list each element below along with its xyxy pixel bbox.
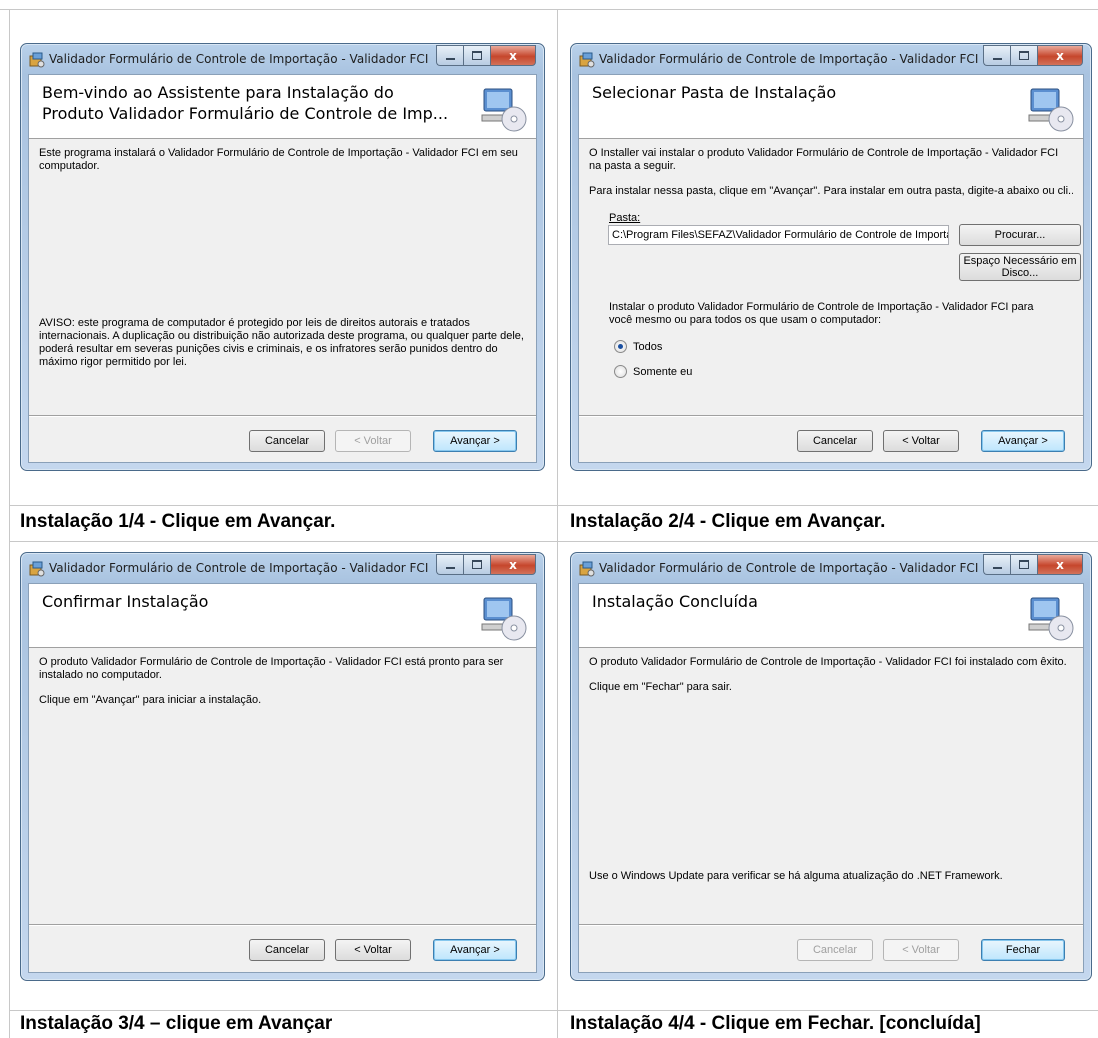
installer-window-step4: Validador Formulário de Controle de Impo… <box>570 552 1092 981</box>
back-button[interactable]: < Voltar <box>883 939 959 961</box>
instruction-text: Clique em "Fechar" para sair. <box>589 681 732 693</box>
footer-divider <box>579 924 1083 925</box>
title-bar[interactable]: Validador Formulário de Controle de Impo… <box>571 553 1091 583</box>
dialog-client: Instalação Concluída O produto Validador… <box>578 583 1084 973</box>
grid-divider-row2 <box>9 1010 1098 1011</box>
radio-all-users-label: Todos <box>633 340 663 353</box>
installer-window-step1: Validador Formulário de Controle de Impo… <box>20 43 545 471</box>
step2-caption: Instalação 2/4 - Clique em Avançar. <box>570 511 886 532</box>
cancel-button[interactable]: Cancelar <box>797 939 873 961</box>
next-button[interactable]: Avançar > <box>981 430 1065 452</box>
radio-only-me[interactable]: Somente eu <box>614 365 692 378</box>
banner-title: Bem-vindo ao Assistente para Instalação … <box>42 83 449 123</box>
back-button[interactable]: < Voltar <box>335 430 411 452</box>
banner-title: Selecionar Pasta de Instalação <box>592 83 837 102</box>
window-title: Validador Formulário de Controle de Impo… <box>599 52 979 66</box>
title-bar[interactable]: Validador Formulário de Controle de Impo… <box>571 44 1091 74</box>
computer-cd-icon <box>1028 597 1074 641</box>
maximize-button[interactable] <box>1010 45 1037 66</box>
step1-caption: Instalação 1/4 - Clique em Avançar. <box>20 511 336 532</box>
footer-divider <box>579 415 1083 416</box>
installer-app-icon <box>29 561 45 577</box>
footer-divider <box>29 415 536 416</box>
cancel-button[interactable]: Cancelar <box>249 939 325 961</box>
browse-button[interactable]: Procurar... <box>959 224 1081 246</box>
minimize-button[interactable] <box>436 554 463 575</box>
next-button[interactable]: Avançar > <box>433 430 517 452</box>
banner-title: Instalação Concluída <box>592 592 758 611</box>
cancel-button[interactable]: Cancelar <box>249 430 325 452</box>
installer-app-icon <box>579 52 595 68</box>
title-bar[interactable]: Validador Formulário de Controle de Impo… <box>21 553 544 583</box>
close-button[interactable]: x <box>1037 554 1083 575</box>
radio-selected-indicator <box>614 340 627 353</box>
window-title: Validador Formulário de Controle de Impo… <box>49 52 429 66</box>
windows-update-text: Use o Windows Update para verificar se h… <box>589 870 1003 882</box>
computer-cd-icon <box>481 597 527 641</box>
grid-border-top <box>0 9 1098 10</box>
ready-text: O produto Validador Formulário de Contro… <box>39 656 504 681</box>
installer-app-icon <box>579 561 595 577</box>
maximize-button[interactable] <box>463 554 490 575</box>
close-button[interactable]: x <box>490 554 536 575</box>
window-title: Validador Formulário de Controle de Impo… <box>49 561 429 575</box>
success-text: O produto Validador Formulário de Contro… <box>589 656 1067 668</box>
grid-divider-mid <box>9 541 1098 542</box>
intro-text: Este programa instalará o Validador Form… <box>39 147 518 172</box>
grid-divider-row1 <box>9 505 1098 506</box>
finish-button[interactable]: Fechar <box>981 939 1065 961</box>
warning-text: AVISO: este programa de computador é pro… <box>39 317 524 368</box>
grid-divider-vertical <box>557 9 558 1038</box>
window-title: Validador Formulário de Controle de Impo… <box>599 561 979 575</box>
radio-indicator <box>614 365 627 378</box>
radio-only-me-label: Somente eu <box>633 365 693 378</box>
banner-title: Confirmar Instalação <box>42 592 209 611</box>
maximize-button[interactable] <box>463 45 490 66</box>
installer-window-step2: Validador Formulário de Controle de Impo… <box>570 43 1092 471</box>
computer-cd-icon <box>1028 88 1074 132</box>
next-button[interactable]: Avançar > <box>433 939 517 961</box>
banner: Instalação Concluída <box>579 584 1083 648</box>
dialog-client: Selecionar Pasta de Instalação O Install… <box>578 74 1084 463</box>
title-bar[interactable]: Validador Formulário de Controle de Impo… <box>21 44 544 74</box>
radio-all-users[interactable]: Todos <box>614 340 662 353</box>
back-button[interactable]: < Voltar <box>883 430 959 452</box>
maximize-button[interactable] <box>1010 554 1037 575</box>
grid-border-left <box>9 9 10 1038</box>
computer-cd-icon <box>481 88 527 132</box>
disk-space-button[interactable]: Espaço Necessário em Disco... <box>959 253 1081 281</box>
minimize-button[interactable] <box>983 45 1010 66</box>
banner: Selecionar Pasta de Instalação <box>579 75 1083 139</box>
installer-app-icon <box>29 52 45 68</box>
minimize-button[interactable] <box>983 554 1010 575</box>
step3-caption: Instalação 3/4 – clique em Avançar <box>20 1013 333 1034</box>
close-button[interactable]: x <box>1037 45 1083 66</box>
cancel-button[interactable]: Cancelar <box>797 430 873 452</box>
footer-divider <box>29 924 536 925</box>
folder-path-input[interactable]: C:\Program Files\SEFAZ\Validador Formulá… <box>608 225 949 245</box>
minimize-button[interactable] <box>436 45 463 66</box>
installer-window-step3: Validador Formulário de Controle de Impo… <box>20 552 545 981</box>
banner: Confirmar Instalação <box>29 584 536 648</box>
back-button[interactable]: < Voltar <box>335 939 411 961</box>
folder-label: Pasta: <box>609 212 641 224</box>
banner: Bem-vindo ao Assistente para Instalação … <box>29 75 536 139</box>
step4-caption: Instalação 4/4 - Clique em Fechar. [conc… <box>570 1013 981 1034</box>
instruction-text: Para instalar nessa pasta, clique em "Av… <box>589 185 1073 197</box>
intro-text: O Installer vai instalar o produto Valid… <box>589 147 1059 172</box>
close-button[interactable]: x <box>490 45 536 66</box>
instruction-text: Clique em "Avançar" para iniciar a insta… <box>39 694 262 706</box>
dialog-client: Confirmar Instalação O produto Validador… <box>28 583 537 973</box>
dialog-client: Bem-vindo ao Assistente para Instalação … <box>28 74 537 463</box>
install-for-text: Instalar o produto Validador Formulário … <box>609 301 1034 326</box>
